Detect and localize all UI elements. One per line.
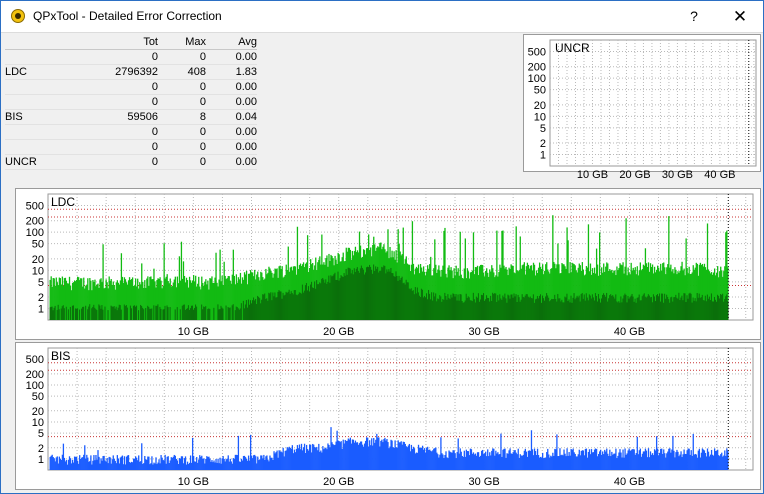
bis-chart-svg: 50020010050201052110 GB 20 GB 30 GB 40 GBBI… [26,347,754,488]
row-label: UNCR [5,156,37,168]
row-avg: 0.00 [235,126,257,138]
ldc-y-tick-label: 200 [26,216,44,228]
row-avg: 0.00 [235,81,257,93]
row-tot: 0 [151,141,158,153]
uncr-y-tick-label: 100 [528,73,546,85]
row-tot: 0 [151,51,158,63]
uncr-x-tick-label: 30 GB [662,169,693,181]
uncr-x-tick-label: 10 GB [577,169,608,181]
uncr-y-tick-label: 5 [540,123,546,135]
row-tot: 0 [151,81,158,93]
row-tot: 0 [151,126,158,138]
bis-chart-panel: 500 200 100 50 20 10 5 2 1 10 GB 20 GB 30 GB 40 GB BI… [15,342,761,490]
close-button[interactable]: ✕ [718,1,762,32]
row-avg: 0.00 [235,96,257,108]
row-tot: 0 [151,96,158,108]
uncr-chart-svg: 500 20010050 20105 21 10 GB 20 GB 30 GB 40 GB UN… [528,39,757,181]
header-max: Max [185,36,206,48]
stats-row: UNCR 0 0 0.00 [5,155,257,170]
bis-y-tick-label: 5 [38,428,44,440]
uncr-y-tick-label: 500 [528,46,546,58]
ldc-y-tick-label: 5 [38,277,44,289]
header-tot: Tot [143,36,158,48]
stats-row: 0 0 0.00 [5,140,257,155]
row-avg: 0.00 [235,141,257,153]
error-stats-table: Tot Max Avg 0 0 0.00 LDC 2796392 408 1.8… [5,35,257,170]
bis-y-tick-label: 1 [38,454,44,466]
row-max: 8 [199,111,206,123]
stats-row: 0 0 0.00 [5,125,257,140]
ldc-y-tick-label: 500 [26,200,44,212]
uncr-y-tick-label: 10 [534,111,546,123]
ldc-y-tick-label: 20 [32,254,44,266]
uncr-y-tick-label: 20 [534,100,546,112]
ldc-x-tick-label: 30 GB [468,326,499,338]
stats-row: 0 0 0.00 [5,80,257,95]
uncr-x-tick-label: 20 GB [619,169,650,181]
help-button[interactable]: ? [672,1,716,32]
bis-x-tick-label: 10 GB [178,476,209,488]
ldc-y-tick-label: 1 [38,304,44,316]
row-label: LDC [5,66,28,78]
row-tot: 2796392 [115,66,158,78]
stats-row: LDC 2796392 408 1.83 [5,65,257,80]
row-max: 0 [199,96,206,108]
uncr-y-tick-label: 200 [528,62,546,74]
ldc-chart-panel: 500 200 100 50 20 10 5 2 1 10 GB 20 GB 30 GB 40 GB LD… [15,188,761,340]
row-label: BIS [5,111,23,123]
ldc-y-tick-label: 2 [38,292,44,304]
ldc-panel-title: LDC [51,195,75,209]
bis-x-tick-label: 30 GB [468,476,499,488]
window-title: QPxTool - Detailed Error Correction [33,9,222,23]
row-tot: 59506 [127,111,158,123]
ldc-x-tick-label: 40 GB [614,326,645,338]
uncr-plot-area [549,39,757,167]
app-window: QPxTool - Detailed Error Correction ? ✕ … [0,0,764,494]
stats-row: 0 0 0.00 [5,50,257,65]
row-max: 0 [199,81,206,93]
uncr-panel-title: UNCR [555,41,590,55]
ldc-y-tick-label: 10 [32,265,44,277]
row-tot: 0 [151,156,158,168]
row-avg: 1.83 [235,66,257,78]
row-avg: 0.00 [235,51,257,63]
ldc-y-tick-label: 50 [32,239,44,251]
uncr-y-tick-label: 50 [534,85,546,97]
stats-row: 0 0 0.00 [5,95,257,110]
header-avg: Avg [238,36,257,48]
row-max: 0 [199,51,206,63]
uncr-x-tick-label: 40 GB [704,169,735,181]
bis-y-tick-label: 50 [32,391,44,403]
uncr-y-tick-label: 1 [540,150,546,162]
row-max: 0 [199,156,206,168]
row-max: 408 [187,66,206,78]
title-bar[interactable]: QPxTool - Detailed Error Correction ? ✕ [1,1,763,33]
ldc-y-tick-label: 100 [26,227,44,239]
uncr-chart-panel: 500 200 100 50 20 10 5 2 1 10 GB 20 GB 30 GB 40 GB UN… [523,34,761,181]
row-avg: 0.04 [235,111,257,123]
row-max: 0 [199,126,206,138]
row-max: 0 [199,141,206,153]
bis-x-tick-label: 40 GB [614,476,645,488]
row-avg: 0.00 [235,156,257,168]
bis-panel-title: BIS [51,349,70,363]
stats-header-row: Tot Max Avg [5,35,257,50]
ldc-chart-svg: 500 20010050 20105 21 10 GB 20 GB 30 GB 40 GB LD… [26,193,754,338]
uncr-y-tick-label: 2 [540,138,546,150]
ldc-x-tick-label: 20 GB [323,326,354,338]
bis-y-tick-label: 500 [26,354,44,366]
qpxtool-app-icon [11,9,25,23]
ldc-x-tick-label: 10 GB [178,326,209,338]
stats-row: BIS 59506 8 0.04 [5,110,257,125]
bis-x-tick-label: 20 GB [323,476,354,488]
